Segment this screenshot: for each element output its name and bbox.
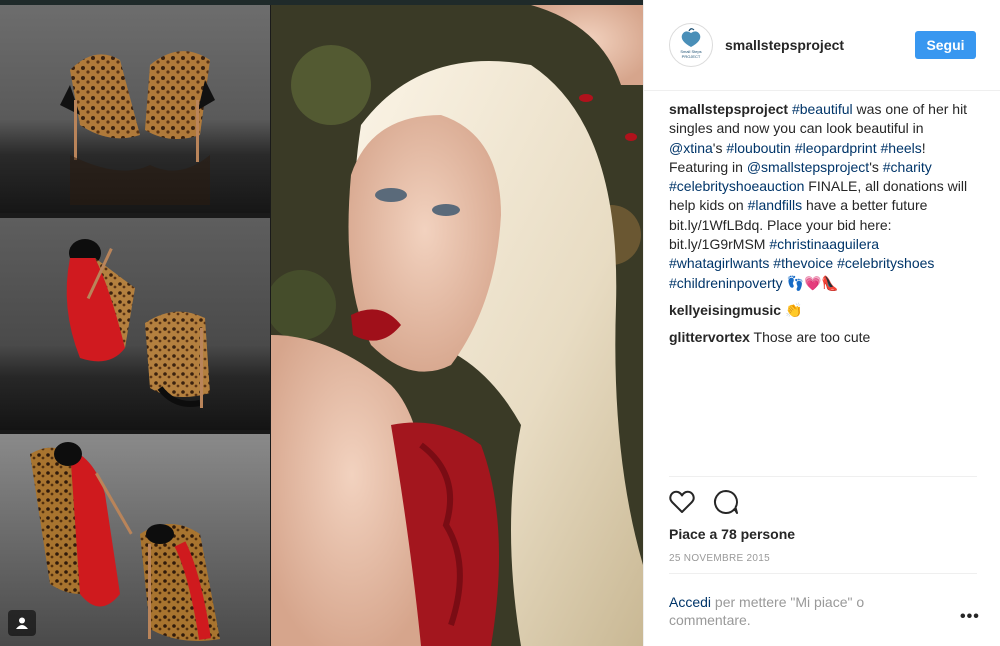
heart-icon[interactable] xyxy=(669,490,695,514)
shoe-photo-3 xyxy=(0,434,270,646)
divider xyxy=(669,573,977,574)
portrait-image xyxy=(271,5,643,646)
hashtag-link[interactable]: #childreninpoverty xyxy=(669,275,783,291)
comment-item: glittervortex Those are too cute xyxy=(669,328,979,347)
comment-username[interactable]: glittervortex xyxy=(669,329,750,345)
hashtag-link[interactable]: #thevoice xyxy=(773,255,833,271)
post-username[interactable]: smallstepsproject xyxy=(725,37,844,53)
hashtag-link[interactable]: #louboutin xyxy=(726,140,791,156)
divider xyxy=(669,476,977,477)
shoe-photo-2 xyxy=(0,218,270,430)
avatar[interactable]: Small Steps PROJECT xyxy=(669,23,713,67)
comment-item: kellyeisingmusic 👏 xyxy=(669,301,979,320)
caption: smallstepsproject #beautiful was one of … xyxy=(669,100,979,293)
tagged-users-button[interactable] xyxy=(8,610,36,636)
comment-text: 👏 xyxy=(781,301,803,318)
post-media[interactable] xyxy=(0,0,643,646)
mention-link[interactable]: @smallstepsproject xyxy=(747,159,869,175)
hashtag-link[interactable]: #celebrityshoeauction xyxy=(669,178,804,194)
follow-button[interactable]: Segui xyxy=(915,31,976,59)
small-steps-logo-icon: Small Steps PROJECT xyxy=(680,28,702,59)
hashtag-link[interactable]: #christinaaguilera xyxy=(769,236,879,252)
caption-text-segment: 👣💗👠 xyxy=(782,274,839,291)
hashtag-link[interactable]: #celebrityshoes xyxy=(837,255,934,271)
post-date[interactable]: 25 NOVEMBRE 2015 xyxy=(669,553,770,564)
more-options-icon[interactable]: ••• xyxy=(960,608,980,626)
mention-link[interactable]: @xtina xyxy=(669,140,713,156)
login-to-comment: Accedi per mettere "Mi piace" o commenta… xyxy=(669,593,929,629)
caption-username[interactable]: smallstepsproject xyxy=(669,101,788,117)
post-sidebar: Small Steps PROJECT smallstepsproject Se… xyxy=(643,0,1000,646)
login-link[interactable]: Accedi xyxy=(669,594,711,610)
hashtag-link[interactable]: #landfills xyxy=(748,197,802,213)
hashtag-link[interactable]: #beautiful xyxy=(792,101,853,117)
shoe-photo-1 xyxy=(0,5,270,213)
comment-bubble-icon[interactable] xyxy=(713,489,739,515)
comment-username[interactable]: kellyeisingmusic xyxy=(669,302,781,318)
hashtag-link[interactable]: #heels xyxy=(881,140,922,156)
heels-lying-image xyxy=(30,442,220,642)
user-tag-icon xyxy=(16,617,28,629)
caption-text-segment: 's xyxy=(712,139,727,156)
caption-text: #beautiful was one of her hit singles an… xyxy=(669,101,967,291)
hashtag-link[interactable]: #charity xyxy=(883,159,932,175)
avatar-logo-text-2: PROJECT xyxy=(682,54,701,59)
post-header: Small Steps PROJECT smallstepsproject Se… xyxy=(644,0,1000,91)
hashtag-link[interactable]: #whatagirlwants xyxy=(669,255,769,271)
comments-list: smallstepsproject #beautiful was one of … xyxy=(669,100,979,356)
celebrity-portrait-photo xyxy=(271,5,643,646)
caption-text-segment: 's xyxy=(869,158,883,175)
likes-count[interactable]: Piace a 78 persone xyxy=(669,526,795,542)
comment-text: Those are too cute xyxy=(749,329,871,346)
red-sole-heels-image xyxy=(66,239,210,408)
hashtag-link[interactable]: #leopardprint xyxy=(795,140,877,156)
leopard-heels-pair-image xyxy=(60,51,215,205)
